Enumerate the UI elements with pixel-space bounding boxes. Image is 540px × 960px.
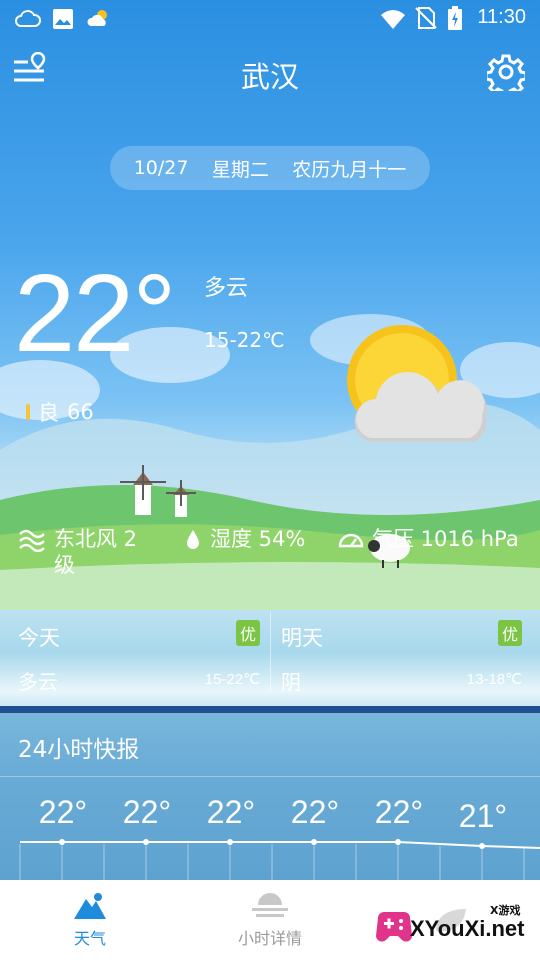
wind-icon	[19, 529, 45, 552]
sunset-hourly-icon	[252, 893, 288, 917]
tomorrow-temp-range: 13-18℃	[466, 671, 522, 688]
nav-weather-label: 天气	[73, 929, 106, 948]
tomorrow-condition: 阴	[281, 670, 301, 694]
nav-weather-tab[interactable]: 天气	[0, 880, 180, 960]
hour-temp: 21°	[458, 798, 508, 834]
pressure-text: 气压 1016 hPa	[372, 527, 519, 551]
status-bar: 11:30	[0, 0, 540, 38]
current-condition: 多云	[204, 276, 249, 301]
today-label: 今天	[18, 626, 60, 650]
hour-temp: 22°	[206, 794, 256, 830]
hourly-temps[interactable]: 22° 22° 22° 22° 22° 21°	[28, 794, 540, 835]
watermark-logo: X游戏 XYouXi.net	[370, 900, 530, 955]
hour-temp: 22°	[290, 794, 340, 830]
battery-charging-icon	[448, 6, 462, 30]
weather-notification-icon	[87, 10, 107, 26]
weekday-text: 星期二	[211, 158, 269, 181]
hour-temp: 22°	[374, 794, 424, 830]
current-temp-range: 15-22℃	[204, 328, 285, 352]
aqi-value: 66	[67, 400, 94, 424]
water-drop-icon	[187, 530, 199, 549]
date-text: 10/27	[133, 157, 189, 179]
date-bar[interactable]: 10/27 星期二 农历九月十一	[110, 146, 430, 190]
today-aqi-badge: 优	[235, 620, 260, 646]
humidity-text: 湿度 54%	[210, 527, 306, 551]
watermark-text: XYouXi.net	[410, 916, 525, 941]
hour-temp: 22°	[122, 794, 172, 830]
mountain-weather-icon	[74, 893, 106, 919]
panel-top-border	[0, 706, 540, 713]
wifi-icon	[381, 10, 405, 29]
tomorrow-card[interactable]: 明天 优 阴 13-18℃	[271, 612, 540, 702]
lunar-date-text: 农历九月十一	[292, 158, 407, 181]
tomorrow-label: 明天	[281, 626, 323, 650]
today-card[interactable]: 今天 优 多云 15-22℃	[0, 612, 270, 702]
status-time: 11:30	[477, 6, 526, 28]
hour-temp: 22°	[38, 794, 88, 830]
tomorrow-aqi-badge: 优	[497, 620, 522, 646]
nav-hourly-label: 小时详情	[237, 929, 302, 948]
aqi-label: 良	[38, 401, 59, 425]
pressure-metric: 气压 1016 hPa	[338, 526, 519, 552]
image-notification-icon	[53, 9, 73, 29]
wind-level-text: 级	[54, 553, 75, 577]
aqi-indicator-icon	[26, 404, 30, 420]
current-temperature: 22°	[14, 252, 176, 375]
cloud-notification-icon	[15, 10, 41, 27]
wind-text: 东北风 2	[54, 527, 138, 551]
gear-icon[interactable]	[487, 53, 525, 91]
gauge-icon	[338, 533, 364, 548]
no-sim-icon	[415, 7, 437, 29]
today-temp-range: 15-22℃	[204, 671, 260, 688]
hourly-separator	[0, 776, 540, 777]
hourly-title: 24小时快报	[18, 737, 140, 763]
hourly-temperature-line	[19, 839, 540, 880]
gamepad-logo-icon	[376, 912, 412, 942]
city-title[interactable]: 武汉	[0, 54, 540, 96]
today-condition: 多云	[18, 670, 58, 694]
humidity-metric: 湿度 54%	[184, 526, 305, 552]
air-quality[interactable]: 良 66	[26, 397, 94, 427]
partly-cloudy-icon	[347, 325, 487, 442]
nav-hourly-tab[interactable]: 小时详情	[180, 880, 360, 960]
wind-metric: 东北风 2 级	[18, 526, 137, 578]
